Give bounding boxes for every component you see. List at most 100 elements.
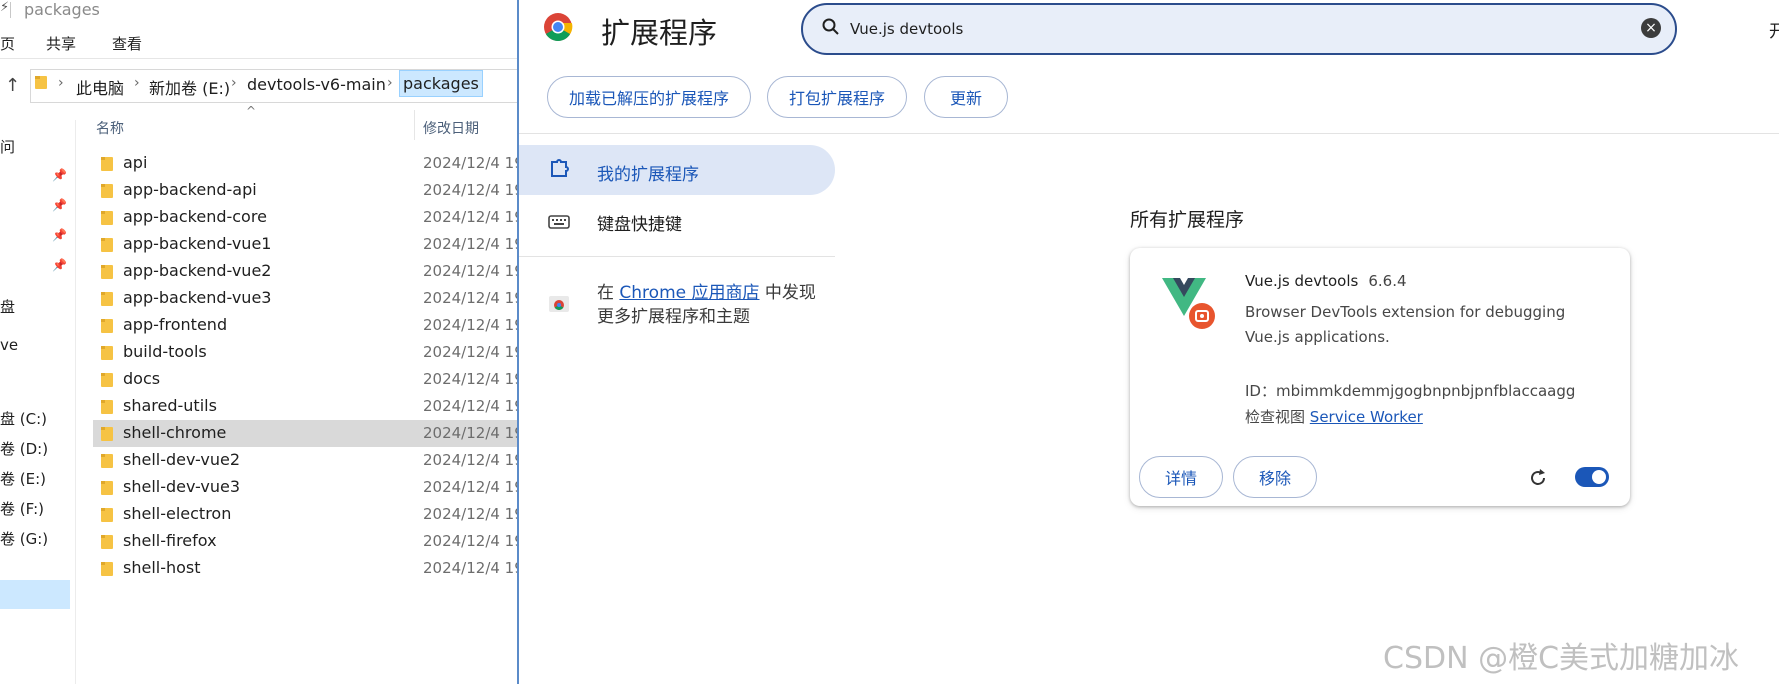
nav-item-disk[interactable]: 盘 (0, 296, 15, 317)
file-row[interactable]: app-backend-api 2024/12/4 19 (93, 177, 517, 204)
file-row[interactable]: shell-chrome 2024/12/4 19 (93, 420, 517, 447)
file-name: shell-firefox (123, 531, 217, 550)
file-row[interactable]: app-backend-vue3 2024/12/4 19 (93, 285, 517, 312)
file-date: 2024/12/4 19 (423, 451, 517, 469)
nav-item-onedrive[interactable]: ve (0, 336, 18, 354)
pack-extension-button[interactable]: 打包扩展程序 (767, 76, 907, 118)
inspect-views-label: 检查视图 (1245, 408, 1306, 426)
service-worker-link[interactable]: Service Worker (1310, 408, 1423, 426)
inspect-views-row: 检查视图 Service Worker (1245, 406, 1423, 427)
folder-icon (101, 238, 113, 252)
developer-mode-label[interactable]: 开 (1769, 17, 1779, 42)
sidebar-item-shortcuts[interactable]: 键盘快捷键 (597, 210, 682, 235)
file-row[interactable]: app-backend-vue2 2024/12/4 19 (93, 258, 517, 285)
enable-toggle[interactable] (1575, 467, 1609, 487)
file-name: shell-electron (123, 504, 232, 523)
file-name: app-frontend (123, 315, 228, 334)
chevron-right-icon: › (134, 75, 140, 91)
ribbon-tab-share[interactable]: 共享 (46, 33, 76, 54)
toolbar-divider (519, 133, 1779, 134)
breadcrumb-drive-e[interactable]: 新加卷 (E:) (149, 75, 230, 99)
file-row[interactable]: shell-dev-vue2 2024/12/4 19 (93, 447, 517, 474)
nav-item-drive-f[interactable]: 卷 (F:) (0, 498, 44, 519)
file-row[interactable]: shell-firefox 2024/12/4 19 (93, 528, 517, 555)
column-header-name[interactable]: 名称 (96, 118, 124, 138)
load-unpacked-button[interactable]: 加载已解压的扩展程序 (547, 76, 751, 118)
page-title: 扩展程序 (601, 16, 718, 50)
folder-icon (101, 292, 113, 306)
nav-item-drive-d[interactable]: 卷 (D:) (0, 438, 48, 459)
file-date: 2024/12/4 19 (423, 559, 517, 577)
nav-item-drive-e[interactable]: 卷 (E:) (0, 468, 46, 489)
details-button[interactable]: 详情 (1139, 456, 1223, 498)
nav-item-drive-c[interactable]: 盘 (C:) (0, 408, 47, 429)
file-date: 2024/12/4 19 (423, 505, 517, 523)
clear-search-icon[interactable]: × (1641, 18, 1661, 38)
file-row[interactable]: shell-electron 2024/12/4 19 (93, 501, 517, 528)
folder-icon (101, 400, 113, 414)
file-date: 2024/12/4 19 (423, 478, 517, 496)
file-row[interactable]: api 2024/12/4 19 (93, 150, 517, 177)
file-row[interactable]: build-tools 2024/12/4 19 (93, 339, 517, 366)
pin-icon[interactable]: 📌 (52, 168, 67, 182)
pin-icon[interactable]: 📌 (52, 258, 67, 272)
file-row[interactable]: app-frontend 2024/12/4 19 (93, 312, 517, 339)
file-row[interactable]: docs 2024/12/4 19 (93, 366, 517, 393)
sidebar-label-my-extensions[interactable]: 我的扩展程序 (597, 160, 699, 185)
folder-icon (101, 346, 113, 360)
search-input[interactable] (848, 16, 1612, 42)
file-row[interactable]: shell-dev-vue3 2024/12/4 19 (93, 474, 517, 501)
file-name: app-backend-core (123, 207, 267, 226)
extension-name: Vue.js devtools (1245, 272, 1359, 290)
breadcrumb-this-pc[interactable]: 此电脑 (76, 75, 124, 99)
titlebar-separator (10, 2, 11, 18)
pin-icon[interactable]: 📌 (52, 228, 67, 242)
file-date: 2024/12/4 19 (423, 262, 517, 280)
file-name: shell-dev-vue3 (123, 477, 240, 496)
search-box[interactable]: × (801, 3, 1677, 55)
folder-icon (35, 76, 47, 89)
file-name: shared-utils (123, 396, 217, 415)
chrome-extensions-page: 扩展程序 × 开 加载已解压的扩展程序 打包扩展程序 更新 我的扩展程序 键盘快… (517, 0, 1779, 684)
breadcrumb-devtools[interactable]: devtools-v6-main (247, 75, 386, 94)
pin-icon[interactable]: 📌 (52, 198, 67, 212)
folder-icon (101, 373, 113, 387)
column-divider[interactable] (414, 110, 415, 140)
reload-icon[interactable] (1527, 467, 1549, 489)
folder-icon (101, 211, 113, 225)
file-row[interactable]: app-backend-vue1 2024/12/4 19 (93, 231, 517, 258)
file-row[interactable]: shared-utils 2024/12/4 19 (93, 393, 517, 420)
breadcrumb-packages[interactable]: packages (399, 70, 483, 97)
nav-item-recent[interactable]: 问 (0, 136, 15, 157)
explorer-title: packages (24, 0, 100, 19)
file-name: shell-dev-vue2 (123, 450, 240, 469)
file-row[interactable]: shell-host 2024/12/4 19 (93, 555, 517, 582)
store-line2: 更多扩展程序和主题 (597, 307, 750, 327)
nav-item-drive-g[interactable]: 卷 (G:) (0, 528, 48, 549)
folder-icon (101, 562, 113, 576)
folder-icon (101, 265, 113, 279)
up-arrow-icon[interactable]: ↑ (5, 75, 20, 96)
remove-button[interactable]: 移除 (1233, 456, 1317, 498)
navigation-pane: 问 📌 📌 📌 📌 盘 ve 盘 (C:) 卷 (D:) 卷 (E:) 卷 (F… (0, 120, 76, 684)
extension-version: 6.6.4 (1368, 272, 1407, 290)
ribbon-tab-home[interactable]: 页 (0, 33, 15, 54)
ribbon-divider (0, 58, 517, 59)
store-prefix: 在 (597, 283, 620, 303)
chrome-web-store-link[interactable]: Chrome 应用商店 (619, 283, 759, 303)
file-date: 2024/12/4 19 (423, 397, 517, 415)
file-date: 2024/12/4 19 (423, 208, 517, 226)
file-date: 2024/12/4 19 (423, 235, 517, 253)
file-name: app-backend-vue1 (123, 234, 272, 253)
sidebar-divider (519, 256, 835, 257)
update-button[interactable]: 更新 (924, 76, 1008, 118)
ribbon-tab-view[interactable]: 查看 (112, 33, 142, 54)
file-name: docs (123, 369, 161, 388)
file-explorer-window: ⚡ packages 页 共享 查看 ↑ › 此电脑 › 新加卷 (E:) › … (0, 0, 517, 684)
file-date: 2024/12/4 19 (423, 181, 517, 199)
file-name: app-backend-api (123, 180, 257, 199)
file-row[interactable]: app-backend-core 2024/12/4 19 (93, 204, 517, 231)
folder-icon (101, 157, 113, 171)
toggle-knob (1592, 470, 1606, 484)
column-header-date[interactable]: 修改日期 (423, 118, 479, 138)
